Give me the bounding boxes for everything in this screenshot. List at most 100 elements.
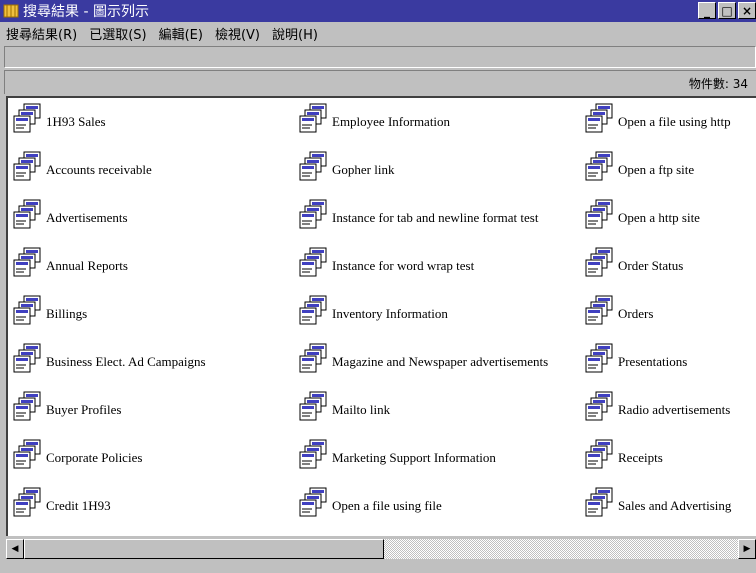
list-item-label: Radio advertisements (618, 402, 731, 417)
menu-edit[interactable]: 編輯(E) (153, 24, 209, 43)
list-item-label: Magazine and Newspaper advertisements (332, 354, 549, 369)
list-item[interactable]: Receipts (584, 438, 663, 470)
list-item-label: Accounts receivable (46, 162, 152, 177)
document-stack-icon (13, 343, 41, 373)
menu-selected[interactable]: 已選取(S) (83, 24, 152, 43)
list-item[interactable]: Inventory Information (298, 294, 448, 326)
list-item[interactable]: Radio advertisements (584, 390, 730, 422)
list-item-label: Open a ftp site (618, 162, 695, 177)
close-button[interactable]: × (738, 2, 756, 19)
document-stack-icon (585, 151, 613, 181)
list-item[interactable]: Instance for word wrap test (298, 246, 474, 278)
document-stack-icon (13, 103, 41, 133)
document-stack-icon (299, 247, 327, 277)
list-item-label: Corporate Policies (46, 450, 143, 465)
list-item-label: Instance for tab and newline format test (332, 210, 539, 225)
scroll-right-button[interactable]: ▶ (738, 539, 756, 559)
title-bar: 搜尋結果 - 圖示列示 _ □ × (0, 0, 756, 22)
list-item-label: Presentations (618, 354, 688, 369)
list-item-label: Receipts (618, 450, 663, 465)
list-item[interactable]: Open a ftp site (584, 150, 694, 182)
document-stack-icon (13, 199, 41, 229)
document-stack-icon (585, 103, 613, 133)
list-item-label: Orders (618, 306, 654, 321)
scroll-left-button[interactable]: ◀ (6, 539, 24, 559)
document-stack-icon (585, 391, 613, 421)
document-stack-icon (13, 439, 41, 469)
document-stack-icon (13, 151, 41, 181)
document-stack-icon (585, 247, 613, 277)
icon-list-view[interactable]: 1H93 Sales Accounts receivable Advertiseme… (6, 96, 756, 536)
list-item[interactable]: Credit 1H93 (12, 486, 111, 518)
list-item-label: 1H93 Sales (46, 114, 106, 129)
list-item-label: Inventory Information (332, 306, 448, 321)
document-stack-icon (585, 439, 613, 469)
document-stack-icon (299, 151, 327, 181)
list-item[interactable]: Orders (584, 294, 653, 326)
list-item[interactable]: Employee Information (298, 102, 450, 134)
toolbar-area (4, 46, 756, 68)
list-item[interactable]: Order Status (584, 246, 683, 278)
list-item-label: Marketing Support Information (332, 450, 496, 465)
list-item[interactable]: Open a file using file (298, 486, 442, 518)
minimize-button[interactable]: _ (698, 2, 716, 19)
list-item[interactable]: Accounts receivable (12, 150, 152, 182)
document-stack-icon (585, 487, 613, 517)
list-item[interactable]: Corporate Policies (12, 438, 142, 470)
list-item[interactable]: Open a file using http (584, 102, 731, 134)
folder-icon (3, 4, 19, 18)
list-item-label: Buyer Profiles (46, 402, 122, 417)
menu-bar: 搜尋結果(R) 已選取(S) 編輯(E) 檢視(V) 說明(H) (0, 22, 756, 44)
list-item[interactable]: Annual Reports (12, 246, 128, 278)
document-stack-icon (13, 391, 41, 421)
list-item-label: Credit 1H93 (46, 498, 111, 513)
list-item[interactable]: Presentations (584, 342, 687, 374)
document-stack-icon (13, 295, 41, 325)
list-item[interactable]: Advertisements (12, 198, 128, 230)
document-stack-icon (299, 391, 327, 421)
document-stack-icon (299, 103, 327, 133)
list-item-label: Billings (46, 306, 88, 321)
list-item-label: Order Status (618, 258, 684, 273)
list-item[interactable]: Mailto link (298, 390, 390, 422)
menu-search-results[interactable]: 搜尋結果(R) (0, 24, 83, 43)
window-title: 搜尋結果 - 圖示列示 (23, 4, 149, 20)
document-stack-icon (299, 487, 327, 517)
status-bar: 物件數: 34 (4, 70, 756, 94)
document-stack-icon (13, 487, 41, 517)
document-stack-icon (299, 199, 327, 229)
list-item[interactable]: Business Elect. Ad Campaigns (12, 342, 206, 374)
list-item[interactable]: Sales and Advertising (584, 486, 731, 518)
list-item-label: Mailto link (332, 402, 391, 417)
object-count: 物件數: 34 (688, 77, 748, 91)
document-stack-icon (585, 295, 613, 325)
document-stack-icon (299, 343, 327, 373)
list-item-label: Employee Information (332, 114, 451, 129)
list-item[interactable]: Magazine and Newspaper advertisements (298, 342, 548, 374)
list-item[interactable]: Billings (12, 294, 87, 326)
maximize-button[interactable]: □ (718, 2, 736, 19)
list-item-label: Open a file using http (618, 114, 731, 129)
list-item-label: Gopher link (332, 162, 395, 177)
document-stack-icon (13, 247, 41, 277)
horizontal-scrollbar[interactable]: ◀ ▶ (6, 539, 756, 559)
document-stack-icon (585, 343, 613, 373)
document-stack-icon (299, 439, 327, 469)
list-item[interactable]: Open a http site (584, 198, 700, 230)
document-stack-icon (585, 199, 613, 229)
list-item[interactable]: Gopher link (298, 150, 394, 182)
list-item-label: Business Elect. Ad Campaigns (46, 354, 206, 369)
list-item[interactable]: Marketing Support Information (298, 438, 496, 470)
list-item[interactable]: Instance for tab and newline format test (298, 198, 538, 230)
scroll-thumb[interactable] (24, 539, 384, 559)
list-item[interactable]: Buyer Profiles (12, 390, 121, 422)
document-stack-icon (299, 295, 327, 325)
menu-help[interactable]: 說明(H) (266, 24, 324, 43)
list-item-label: Annual Reports (46, 258, 128, 273)
list-item[interactable]: 1H93 Sales (12, 102, 106, 134)
list-item-label: Instance for word wrap test (332, 258, 475, 273)
list-item-label: Advertisements (46, 210, 128, 225)
menu-view[interactable]: 檢視(V) (209, 24, 266, 43)
list-item-label: Sales and Advertising (618, 498, 732, 513)
list-item-label: Open a http site (618, 210, 700, 225)
